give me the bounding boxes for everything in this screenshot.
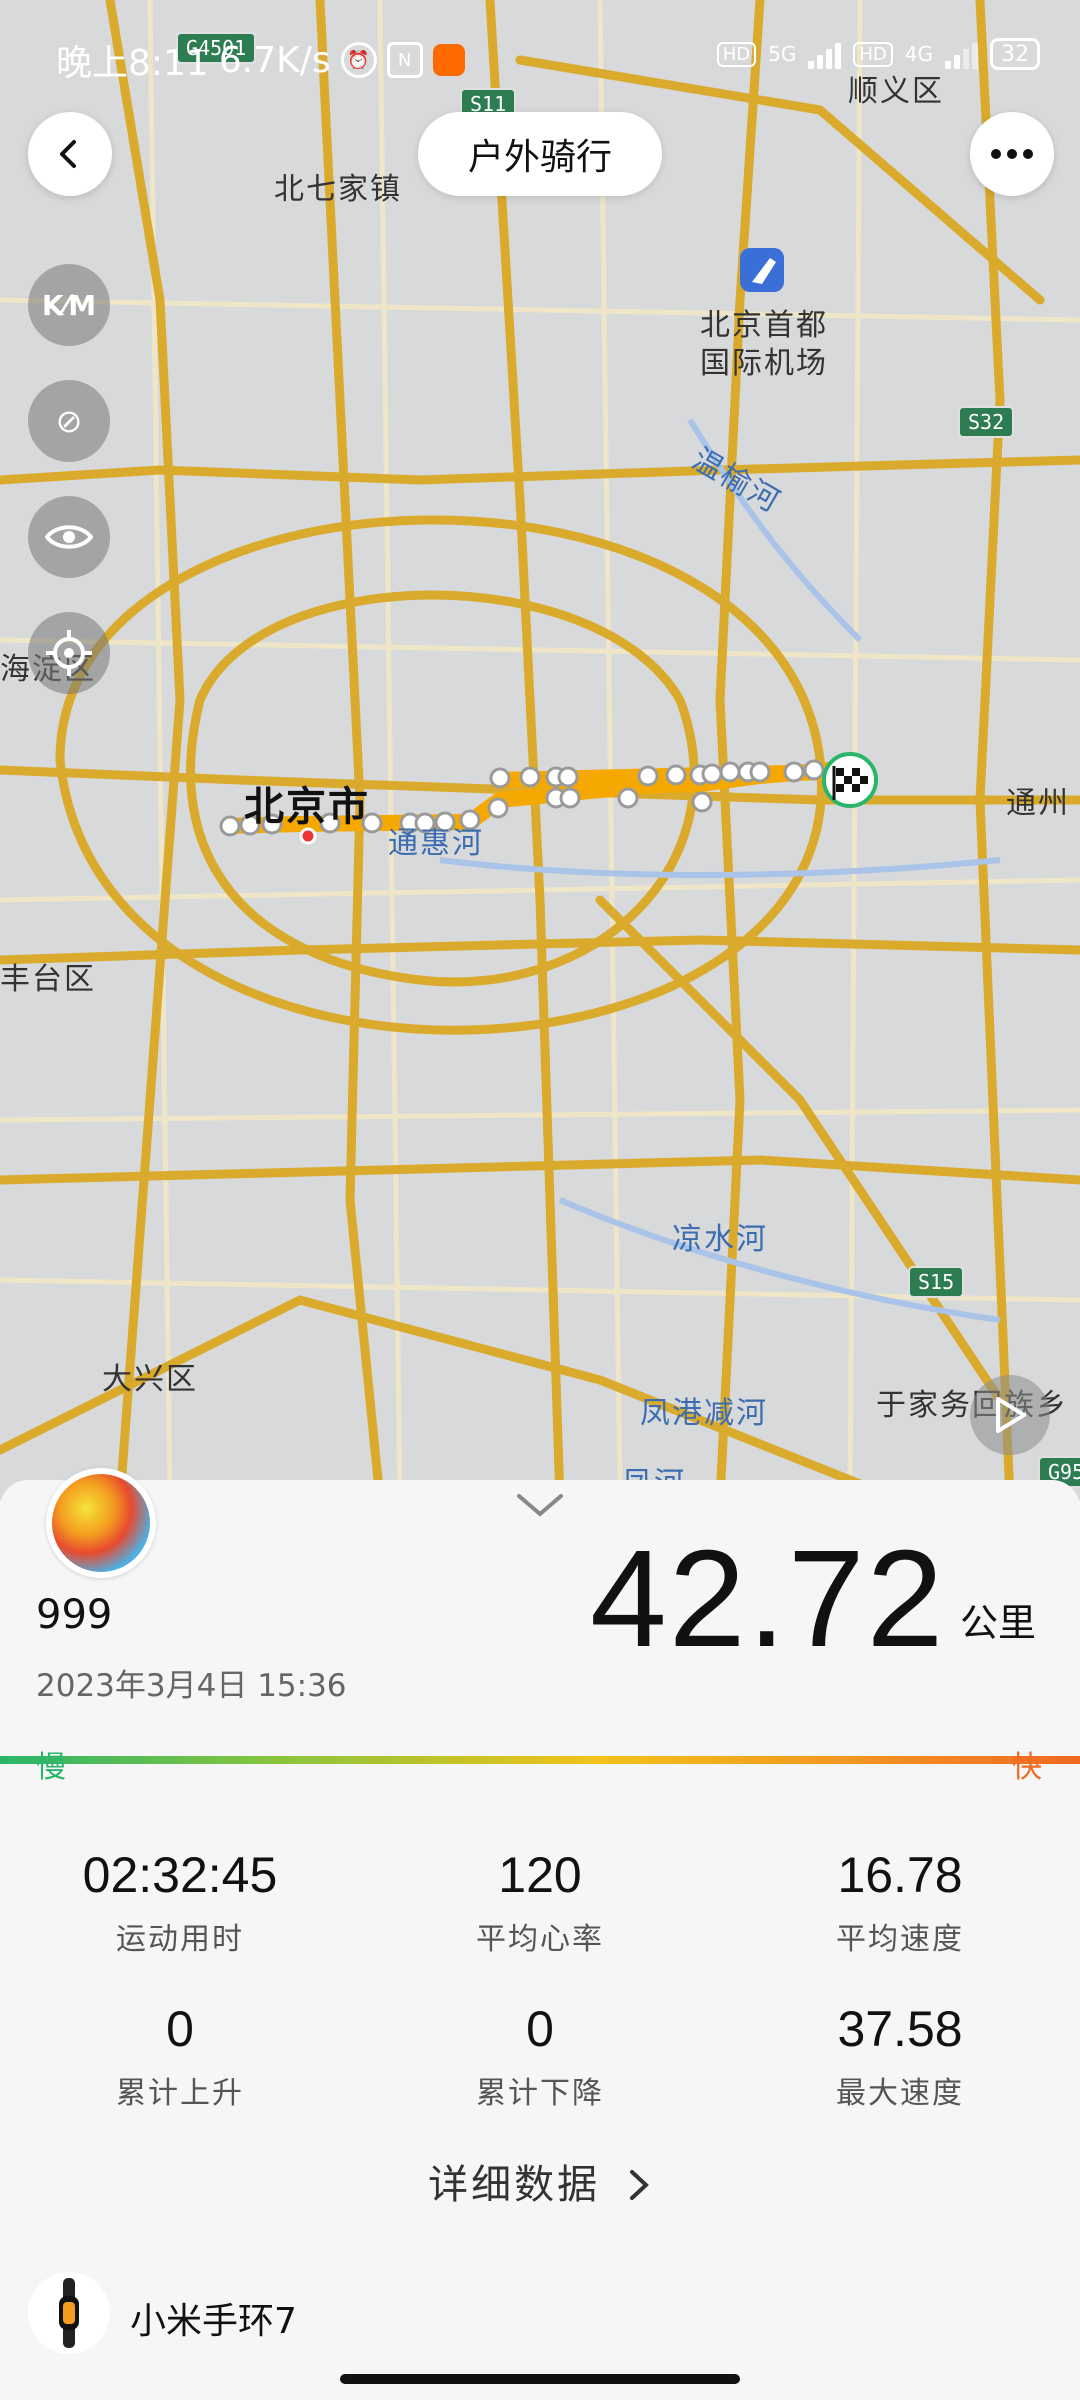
route-map[interactable]: 顺义区 北七家镇 北京首都 国际机场 温榆河 海淀区 北京市 通惠河 通州 丰台… [0, 0, 1080, 1500]
locate-icon [46, 630, 92, 676]
stat-label: 最大速度 [836, 2076, 964, 2111]
finish-flag-icon [822, 752, 878, 808]
device-name: 小米手环7 [130, 2301, 297, 2342]
map-label-beijing: 北京市 [244, 784, 370, 830]
km-marker-toggle[interactable]: K⁄M [28, 264, 110, 346]
map-label-tonghui-river: 通惠河 [388, 826, 484, 861]
stat-avg-heart-rate: 120 平均心率 [360, 1846, 720, 1958]
details-link-label: 详细数据 [428, 2162, 601, 2208]
speed-gradient-bar [0, 1756, 1080, 1764]
alarm-icon: ⏰ [340, 42, 377, 78]
highway-shield-s32: S32 [958, 406, 1015, 438]
eye-icon [45, 525, 93, 549]
stat-label: 累计上升 [116, 2076, 244, 2111]
chevron-left-icon [60, 140, 76, 168]
stat-elevation-gain: 0 累计上升 [0, 2000, 360, 2112]
stat-value: 120 [498, 1847, 582, 1903]
stat-value: 37.58 [837, 2001, 963, 2057]
stat-value: 02:32:45 [82, 1847, 278, 1903]
activity-type-title: 户外骑行 [418, 112, 662, 196]
map-label-beiqijia: 北七家镇 [274, 172, 402, 207]
stat-label: 累计下降 [476, 2076, 604, 2111]
stat-value: 16.78 [837, 1847, 963, 1903]
nfc-icon: N [386, 42, 423, 78]
map-label-tongzhou: 通州 [1006, 786, 1070, 821]
stat-label: 运动用时 [116, 1922, 244, 1957]
more-dots-icon [991, 149, 1033, 159]
fast-label: 快 [1012, 1750, 1042, 1785]
map-label-fenggang-river: 凤港减河 [640, 1396, 768, 1431]
network-5g: 5G [768, 42, 797, 66]
hd-badge-2: HD [853, 41, 893, 67]
username: 999 [36, 1592, 113, 1638]
layers-off-icon: ⊘ [55, 402, 83, 440]
back-button[interactable] [28, 112, 112, 196]
app-notification-icon [432, 44, 465, 76]
total-distance: 42.72 [590, 1522, 946, 1676]
replay-button[interactable] [970, 1375, 1050, 1455]
stat-max-speed: 37.58 最大速度 [720, 2000, 1080, 2112]
battery-level: 32 [1001, 41, 1029, 67]
stat-label: 平均心率 [476, 1922, 604, 1957]
device-icon [28, 2272, 110, 2354]
status-time: 晚上8:11 [56, 43, 209, 84]
activity-datetime: 2023年3月4日 15:36 [36, 1668, 347, 1704]
smart-band-icon [59, 2278, 79, 2348]
status-speed: 6.7K/s [218, 39, 331, 81]
chevron-right-icon [629, 2170, 649, 2200]
stat-value: 0 [526, 2001, 554, 2057]
play-icon [996, 1397, 1026, 1433]
avatar[interactable] [46, 1468, 156, 1578]
stat-elevation-loss: 0 累计下降 [360, 2000, 720, 2112]
highway-shield-s15: S15 [908, 1266, 965, 1298]
hd-badge-1: HD [716, 41, 757, 67]
slow-label: 慢 [36, 1750, 66, 1785]
map-label-airport-2: 国际机场 [700, 346, 828, 381]
details-link[interactable]: 详细数据 [0, 2152, 1080, 2210]
map-label-fengtai: 丰台区 [0, 962, 96, 997]
km-icon: K⁄M [41, 288, 97, 322]
avatar-image [52, 1474, 150, 1572]
home-indicator[interactable] [340, 2374, 740, 2384]
status-bar: 晚上8:11 6.7K/s ⏰ N HD 5G HD 4G 32 [0, 0, 1080, 110]
stat-duration: 02:32:45 运动用时 [0, 1846, 360, 1958]
signal-2-icon [945, 39, 978, 69]
airport-icon [740, 248, 784, 292]
map-label-daxing: 大兴区 [102, 1362, 198, 1397]
locate-button[interactable] [28, 612, 110, 694]
map-label-liangshui-river: 凉水河 [672, 1222, 768, 1257]
network-4g: 4G [904, 42, 933, 66]
more-button[interactable] [970, 112, 1054, 196]
layer-toggle[interactable]: ⊘ [28, 380, 110, 462]
stat-value: 0 [166, 2001, 194, 2057]
stat-avg-speed: 16.78 平均速度 [720, 1846, 1080, 1958]
signal-1-icon [808, 39, 842, 69]
battery-icon: 32 [990, 38, 1040, 70]
workout-detail-screen: 顺义区 北七家镇 北京首都 国际机场 温榆河 海淀区 北京市 通惠河 通州 丰台… [0, 0, 1080, 2400]
visibility-toggle[interactable] [28, 496, 110, 578]
distance-unit: 公里 [960, 1601, 1037, 1645]
stat-label: 平均速度 [836, 1922, 964, 1957]
collapse-chevron-icon[interactable] [515, 1490, 565, 1520]
